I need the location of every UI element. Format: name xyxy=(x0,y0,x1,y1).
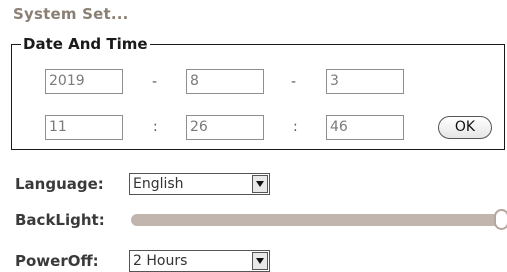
day-field[interactable]: 3 xyxy=(326,69,404,94)
backlight-slider-thumb[interactable] xyxy=(494,209,507,230)
poweroff-label: PowerOff: xyxy=(15,252,99,270)
language-selected-value: English xyxy=(133,176,184,192)
date-time-legend: Date And Time xyxy=(21,35,150,53)
date-separator: - xyxy=(291,74,297,90)
poweroff-select[interactable]: 2 Hours xyxy=(129,250,270,272)
ok-button[interactable]: OK xyxy=(438,116,492,139)
backlight-label: BackLight: xyxy=(15,211,105,229)
date-separator: - xyxy=(152,74,158,90)
year-field[interactable]: 2019 xyxy=(45,69,123,94)
chevron-down-icon[interactable] xyxy=(252,175,268,193)
language-select[interactable]: English xyxy=(129,173,270,195)
month-field[interactable]: 8 xyxy=(186,69,264,94)
language-label: Language: xyxy=(15,175,104,193)
backlight-slider-track[interactable] xyxy=(131,214,499,226)
minute-field[interactable]: 26 xyxy=(186,115,264,140)
second-field[interactable]: 46 xyxy=(326,115,404,140)
page-title: System Set... xyxy=(13,5,129,23)
time-separator: : xyxy=(153,119,158,135)
poweroff-selected-value: 2 Hours xyxy=(133,253,188,269)
chevron-down-icon[interactable] xyxy=(252,252,268,270)
time-separator: : xyxy=(293,119,298,135)
hour-field[interactable]: 11 xyxy=(45,115,123,140)
